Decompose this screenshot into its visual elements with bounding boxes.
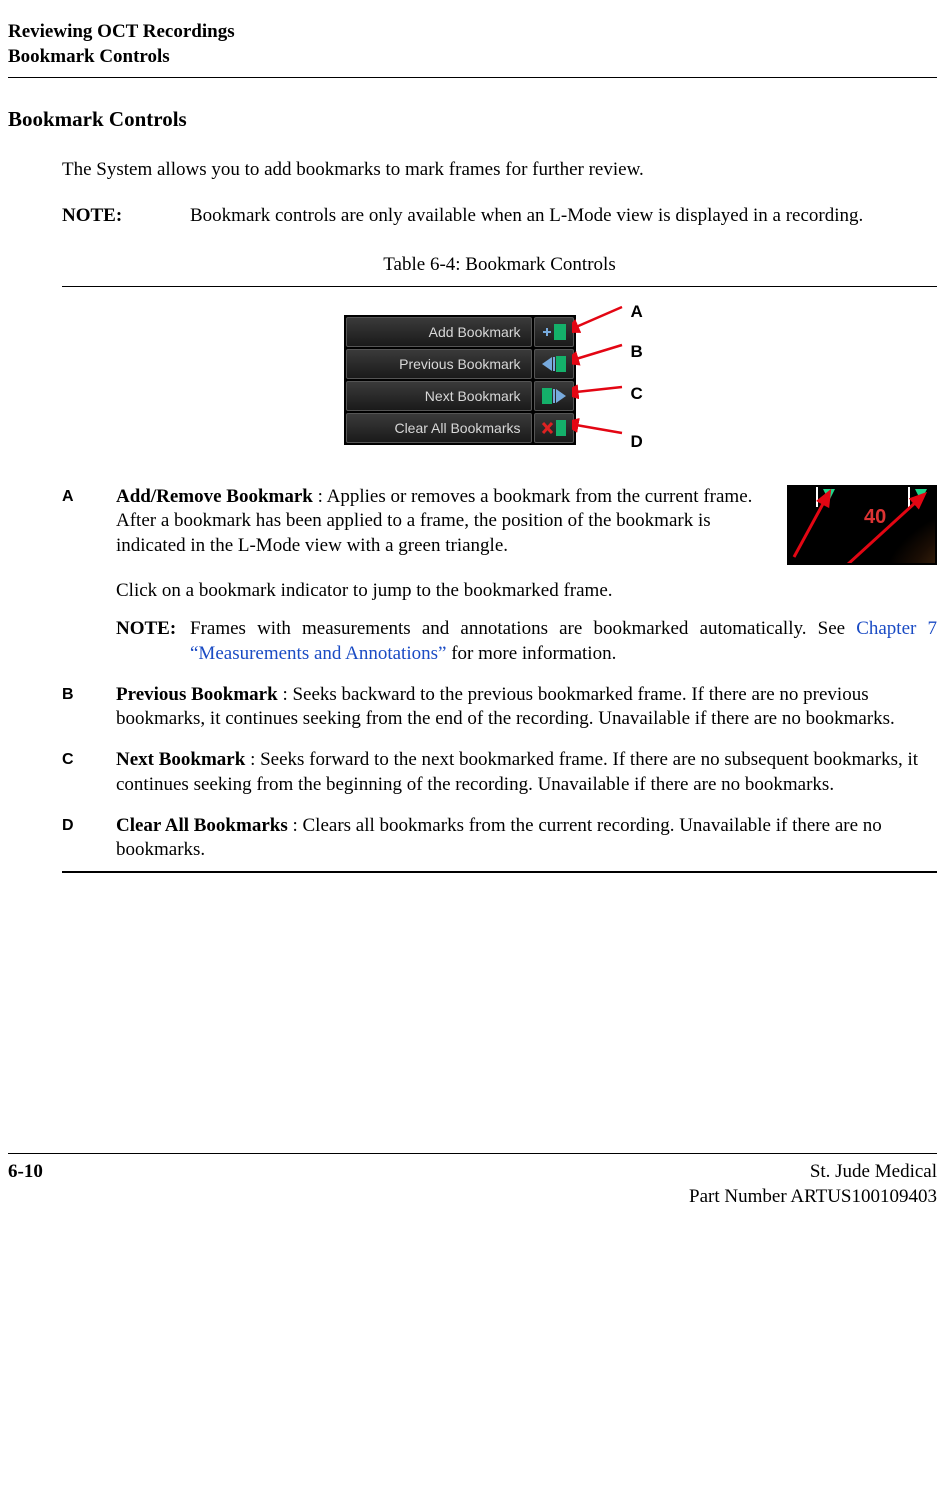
prev-bookmark-icon: [534, 349, 574, 379]
table-caption: Table 6-4: Bookmark Controls: [62, 253, 937, 278]
table-bottom-rule: [62, 871, 937, 873]
footer-part-number: Part Number ARTUS100109403: [689, 1185, 937, 1210]
note-block: NOTE: Bookmark controls are only availab…: [62, 204, 937, 229]
bookmark-menu-figure: Add Bookmark Previous Bookmark: [62, 315, 937, 465]
next-bookmark-icon: [534, 381, 574, 411]
menu-label: Next Bookmark: [346, 381, 532, 411]
footer-company: St. Jude Medical: [689, 1160, 937, 1185]
page-footer: 6-10 St. Jude Medical Part Number ARTUS1…: [8, 1153, 937, 1209]
def-a-note: NOTE: Frames with measurements and annot…: [116, 617, 937, 666]
header-divider: [8, 77, 937, 78]
header-chapter: Reviewing OCT Recordings: [8, 20, 937, 45]
bookmark-menu-panel: Add Bookmark Previous Bookmark: [344, 315, 576, 445]
callout-d: D: [631, 431, 643, 453]
header-section: Bookmark Controls: [8, 45, 937, 70]
note-label: NOTE:: [62, 204, 190, 229]
callout-b: B: [631, 341, 643, 363]
section-title: Bookmark Controls: [8, 106, 937, 133]
callout-a: A: [631, 301, 643, 323]
menu-label: Clear All Bookmarks: [346, 413, 532, 443]
def-key-b: B: [62, 683, 116, 732]
definition-a: A Add/Remove Bookmark : Applies or remov…: [62, 485, 937, 667]
def-c-text: Next Bookmark : Seeks forward to the nex…: [116, 748, 937, 797]
menu-item-clear-all-bookmarks[interactable]: Clear All Bookmarks: [346, 413, 574, 443]
note-text: Bookmark controls are only available whe…: [190, 204, 937, 229]
intro-paragraph: The System allows you to add bookmarks t…: [62, 158, 937, 183]
menu-label: Add Bookmark: [346, 317, 532, 347]
svg-text:40: 40: [864, 506, 886, 528]
add-bookmark-icon: [534, 317, 574, 347]
callout-c: C: [631, 383, 643, 405]
definition-c: C Next Bookmark : Seeks forward to the n…: [62, 748, 937, 797]
def-a-text: Add/Remove Bookmark : Applies or removes…: [116, 485, 773, 559]
menu-item-previous-bookmark[interactable]: Previous Bookmark: [346, 349, 574, 379]
menu-item-next-bookmark[interactable]: Next Bookmark: [346, 381, 574, 411]
def-a-note-body: Frames with measurements and annotations…: [190, 617, 937, 666]
def-key-c: C: [62, 748, 116, 797]
def-key-d: D: [62, 814, 116, 863]
bookmark-indicator-image: 40: [787, 485, 937, 565]
def-a-body2: Click on a bookmark indicator to jump to…: [116, 579, 937, 604]
definition-b: B Previous Bookmark : Seeks backward to …: [62, 683, 937, 732]
def-b-text: Previous Bookmark : Seeks backward to th…: [116, 683, 937, 732]
menu-item-add-bookmark[interactable]: Add Bookmark: [346, 317, 574, 347]
definition-d: D Clear All Bookmarks : Clears all bookm…: [62, 814, 937, 863]
def-d-text: Clear All Bookmarks : Clears all bookmar…: [116, 814, 937, 863]
def-key-a: A: [62, 485, 116, 667]
menu-label: Previous Bookmark: [346, 349, 532, 379]
table-top-rule: [62, 286, 937, 287]
page-number: 6-10: [8, 1160, 43, 1209]
clear-bookmarks-icon: [534, 413, 574, 443]
def-a-note-label: NOTE:: [116, 617, 190, 666]
callout-column: A B C D: [576, 315, 656, 465]
